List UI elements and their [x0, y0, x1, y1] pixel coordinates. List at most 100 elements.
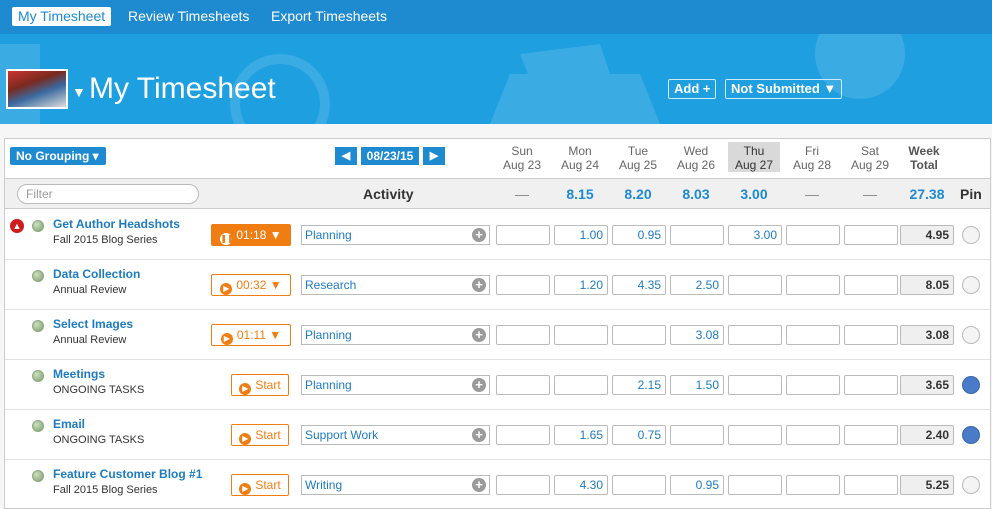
hours-input-thu[interactable]	[728, 425, 782, 445]
day-header-sun: Sun Aug 23	[502, 144, 542, 172]
week-total-header: Week Total	[908, 144, 940, 172]
hours-input-sun[interactable]	[496, 325, 550, 345]
hours-input-fri[interactable]	[786, 475, 840, 495]
hours-input-fri[interactable]	[786, 225, 840, 245]
hours-input-wed[interactable]: 2.50	[670, 275, 724, 295]
add-activity-icon[interactable]: +	[472, 378, 486, 392]
status-dot-icon[interactable]	[32, 270, 44, 282]
add-button[interactable]: Add +	[668, 79, 717, 99]
hours-input-sat[interactable]	[844, 375, 898, 395]
add-activity-icon[interactable]: +	[472, 428, 486, 442]
day-header-mon: Mon Aug 24	[560, 144, 600, 172]
pin-toggle[interactable]	[962, 226, 980, 244]
day-total-sun: —	[515, 186, 529, 202]
day-header-fri: Fri Aug 28	[792, 144, 832, 172]
tab-review-timesheets[interactable]: Review Timesheets	[122, 7, 255, 26]
prev-week-button[interactable]: ◀	[335, 147, 357, 165]
hours-input-sat[interactable]	[844, 475, 898, 495]
activity-select[interactable]: Planning +	[301, 225, 490, 245]
hours-input-tue[interactable]: 4.35	[612, 275, 666, 295]
hours-input-wed[interactable]: 1.50	[670, 375, 724, 395]
hours-input-mon[interactable]: 1.65	[554, 425, 608, 445]
status-dot-icon[interactable]	[32, 320, 44, 332]
start-timer-button[interactable]: ▶ Start	[231, 474, 289, 496]
activity-select[interactable]: Planning +	[301, 325, 490, 345]
status-dropdown[interactable]: Not Submitted ▼	[725, 79, 843, 99]
hours-input-sat[interactable]	[844, 325, 898, 345]
add-activity-icon[interactable]: +	[472, 278, 486, 292]
start-timer-button[interactable]: ▶ Start	[231, 374, 289, 396]
hours-input-wed[interactable]: 0.95	[670, 475, 724, 495]
hours-input-sun[interactable]	[496, 375, 550, 395]
activity-select[interactable]: Research +	[301, 275, 490, 295]
pin-toggle[interactable]	[962, 276, 980, 294]
filter-input[interactable]: Filter	[17, 184, 199, 204]
task-title[interactable]: Meetings	[53, 367, 105, 381]
avatar[interactable]	[6, 69, 68, 109]
pin-toggle[interactable]	[962, 376, 980, 394]
hours-input-thu[interactable]	[728, 375, 782, 395]
status-dot-icon[interactable]	[32, 470, 44, 482]
add-activity-icon[interactable]: +	[472, 478, 486, 492]
pin-toggle[interactable]	[962, 326, 980, 344]
task-title[interactable]: Email	[53, 417, 85, 431]
hours-input-sun[interactable]	[496, 425, 550, 445]
hours-input-tue[interactable]: 0.95	[612, 225, 666, 245]
hours-input-tue[interactable]: 2.15	[612, 375, 666, 395]
table-row: Select Images Annual Review ▶ 01:11 ▼ Planni…	[5, 310, 990, 360]
hours-input-thu[interactable]	[728, 275, 782, 295]
pin-toggle[interactable]	[962, 426, 980, 444]
task-title[interactable]: Feature Customer Blog #1	[53, 467, 202, 481]
hours-input-mon[interactable]: 1.20	[554, 275, 608, 295]
activity-select[interactable]: Planning +	[301, 375, 490, 395]
hours-input-mon[interactable]: 1.00	[554, 225, 608, 245]
status-dot-icon[interactable]	[32, 370, 44, 382]
hours-input-mon[interactable]: 4.30	[554, 475, 608, 495]
hours-input-tue[interactable]	[612, 475, 666, 495]
tab-export-timesheets[interactable]: Export Timesheets	[265, 7, 393, 26]
hours-input-sat[interactable]	[844, 425, 898, 445]
task-project: ONGOING TASKS	[53, 384, 145, 396]
hours-input-fri[interactable]	[786, 375, 840, 395]
hours-input-tue[interactable]: 0.75	[612, 425, 666, 445]
hours-input-mon[interactable]	[554, 325, 608, 345]
hours-input-tue[interactable]	[612, 325, 666, 345]
tab-my-timesheet[interactable]: My Timesheet	[12, 7, 112, 26]
pin-toggle[interactable]	[962, 476, 980, 494]
activity-select[interactable]: Writing +	[301, 475, 490, 495]
add-activity-icon[interactable]: +	[472, 328, 486, 342]
hours-input-wed[interactable]	[670, 425, 724, 445]
hours-input-mon[interactable]	[554, 375, 608, 395]
hours-input-sun[interactable]	[496, 275, 550, 295]
hours-input-wed[interactable]	[670, 225, 724, 245]
hours-input-fri[interactable]	[786, 425, 840, 445]
timer-button[interactable]: ❚❚ 01:18 ▼	[211, 224, 291, 246]
day-total-thu: 3.00	[740, 186, 768, 202]
timer-button[interactable]: ▶ 00:32 ▼	[211, 274, 291, 296]
start-timer-button[interactable]: ▶ Start	[231, 424, 289, 446]
grouping-dropdown[interactable]: No Grouping ▾	[10, 147, 106, 165]
timer-button[interactable]: ▶ 01:11 ▼	[211, 324, 291, 346]
hours-input-sat[interactable]	[844, 225, 898, 245]
hours-input-sat[interactable]	[844, 275, 898, 295]
status-dot-icon[interactable]	[32, 420, 44, 432]
hours-input-thu[interactable]	[728, 475, 782, 495]
hours-input-thu[interactable]: 3.00	[728, 225, 782, 245]
task-title[interactable]: Data Collection	[53, 267, 140, 281]
hours-input-wed[interactable]: 3.08	[670, 325, 724, 345]
activity-select[interactable]: Support Work +	[301, 425, 490, 445]
status-dot-icon[interactable]	[32, 220, 44, 232]
timesheet-toolbar: No Grouping ▾ ◀ 08/23/15 ▶ Sun Aug 23 Mon A…	[5, 139, 990, 178]
hours-input-fri[interactable]	[786, 275, 840, 295]
hours-input-thu[interactable]	[728, 325, 782, 345]
add-activity-icon[interactable]: +	[472, 228, 486, 242]
week-date-picker[interactable]: 08/23/15	[361, 147, 419, 165]
avatar-menu-chevron-icon[interactable]: ▼	[72, 84, 86, 100]
next-week-button[interactable]: ▶	[423, 147, 445, 165]
hours-input-sun[interactable]	[496, 225, 550, 245]
hours-input-fri[interactable]	[786, 325, 840, 345]
task-title[interactable]: Select Images	[53, 317, 133, 331]
task-title[interactable]: Get Author Headshots	[53, 217, 180, 231]
play-icon: ▶	[220, 333, 233, 345]
hours-input-sun[interactable]	[496, 475, 550, 495]
